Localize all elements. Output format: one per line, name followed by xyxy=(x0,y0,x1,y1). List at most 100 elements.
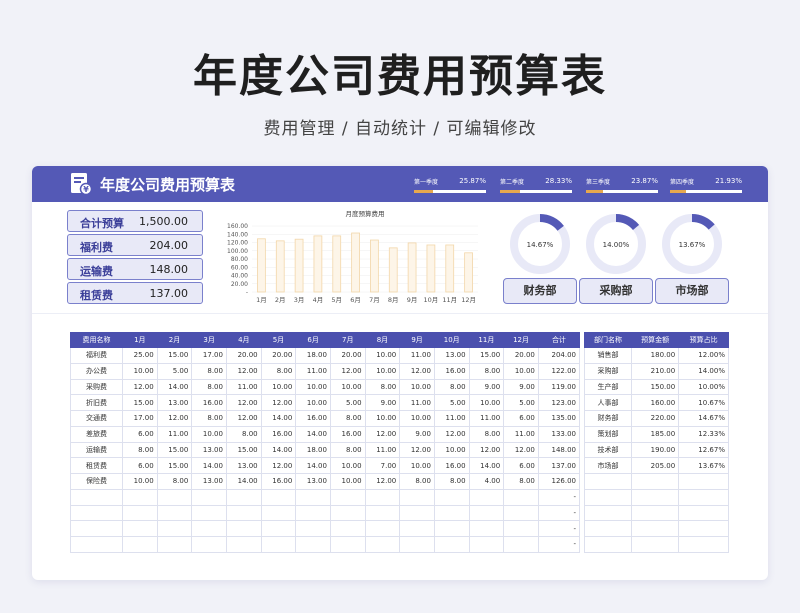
monthly-table-cell[interactable]: 5.00 xyxy=(503,394,539,411)
dept-table-cell[interactable]: 160.00 xyxy=(631,394,680,411)
monthly-table-cell[interactable]: 11.00 xyxy=(225,378,262,396)
monthly-table-cell[interactable] xyxy=(156,536,193,553)
monthly-table-cell[interactable]: 差旅费 xyxy=(70,425,123,443)
monthly-table-cell[interactable] xyxy=(295,488,331,506)
monthly-table-cell[interactable]: 12.00 xyxy=(329,362,366,380)
monthly-table-cell[interactable] xyxy=(225,488,262,506)
monthly-table-cell[interactable]: - xyxy=(537,536,581,553)
monthly-table-cell[interactable]: 17.00 xyxy=(122,410,158,427)
monthly-table-cell[interactable]: 租赁费 xyxy=(70,457,123,474)
monthly-table-cell[interactable]: 12.00 xyxy=(468,441,505,459)
monthly-table-cell[interactable]: 12.00 xyxy=(433,425,470,443)
monthly-table-cell[interactable]: 20.00 xyxy=(503,347,539,364)
monthly-table-cell[interactable] xyxy=(468,520,505,537)
monthly-table-cell[interactable] xyxy=(191,504,227,522)
monthly-table-cell[interactable]: - xyxy=(537,504,581,522)
monthly-table-cell[interactable] xyxy=(260,488,297,506)
dept-table-cell[interactable]: 185.00 xyxy=(631,425,680,443)
monthly-table-cell[interactable]: 8.00 xyxy=(156,473,193,490)
monthly-table-cell[interactable] xyxy=(122,488,158,506)
monthly-table-cell[interactable] xyxy=(156,504,193,522)
dept-table-cell[interactable]: 12.67% xyxy=(678,441,729,459)
monthly-table-cell[interactable]: 8.00 xyxy=(329,441,366,459)
monthly-table-cell[interactable] xyxy=(364,536,401,553)
dept-table-cell[interactable] xyxy=(631,473,680,490)
dept-table-cell[interactable] xyxy=(583,536,633,553)
monthly-table-cell[interactable]: 8.00 xyxy=(468,362,505,380)
monthly-table-cell[interactable]: 12.00 xyxy=(260,457,297,474)
dept-table-cell[interactable]: 生产部 xyxy=(583,378,633,396)
monthly-table-cell[interactable] xyxy=(329,488,366,506)
monthly-table-cell[interactable]: 8.00 xyxy=(329,410,366,427)
monthly-table-cell[interactable]: - xyxy=(537,488,581,506)
monthly-table-cell[interactable] xyxy=(191,536,227,553)
monthly-table-cell[interactable]: 12.00 xyxy=(225,410,262,427)
monthly-table-cell[interactable] xyxy=(191,520,227,537)
monthly-table-cell[interactable]: 5.00 xyxy=(329,394,366,411)
dept-table-cell[interactable]: 人事部 xyxy=(583,394,633,411)
monthly-table-cell[interactable]: 13.00 xyxy=(295,473,331,490)
monthly-table-cell[interactable]: 福利费 xyxy=(70,347,123,364)
monthly-table-cell[interactable]: 17.00 xyxy=(191,347,227,364)
monthly-table-cell[interactable]: 14.00 xyxy=(468,457,505,474)
monthly-table-cell[interactable]: 6.00 xyxy=(503,410,539,427)
monthly-table-cell[interactable] xyxy=(468,488,505,506)
dept-table-cell[interactable]: 技术部 xyxy=(583,441,633,459)
dept-table-cell[interactable]: 12.00% xyxy=(678,347,729,364)
monthly-table-cell[interactable]: 12.00 xyxy=(225,394,262,411)
monthly-table-cell[interactable]: 4.00 xyxy=(468,473,505,490)
monthly-table-cell[interactable]: 16.00 xyxy=(433,457,470,474)
monthly-table-cell[interactable]: 9.00 xyxy=(364,394,401,411)
monthly-table-cell[interactable]: 10.00 xyxy=(399,410,435,427)
monthly-table-cell[interactable]: 148.00 xyxy=(537,441,581,459)
monthly-table-cell[interactable] xyxy=(122,520,158,537)
monthly-table-cell[interactable]: 13.00 xyxy=(191,473,227,490)
monthly-table-cell[interactable]: 126.00 xyxy=(537,473,581,490)
monthly-table-cell[interactable] xyxy=(503,504,539,522)
monthly-table-cell[interactable] xyxy=(433,520,470,537)
monthly-table-cell[interactable]: 11.00 xyxy=(433,410,470,427)
monthly-table-cell[interactable]: 11.00 xyxy=(399,347,435,364)
monthly-table-cell[interactable]: 15.00 xyxy=(156,441,193,459)
monthly-table-cell[interactable]: 133.00 xyxy=(537,425,581,443)
monthly-table-cell[interactable]: 16.00 xyxy=(329,425,366,443)
monthly-table-cell[interactable]: 采购费 xyxy=(70,378,123,396)
monthly-table-cell[interactable]: 12.00 xyxy=(503,441,539,459)
monthly-table-cell[interactable] xyxy=(122,536,158,553)
monthly-table-cell[interactable]: 12.00 xyxy=(156,410,193,427)
monthly-table-cell[interactable] xyxy=(433,536,470,553)
monthly-table-cell[interactable] xyxy=(364,504,401,522)
monthly-table-cell[interactable]: 10.00 xyxy=(329,457,366,474)
monthly-table-cell[interactable] xyxy=(295,536,331,553)
monthly-table-cell[interactable] xyxy=(468,504,505,522)
monthly-table-cell[interactable] xyxy=(260,504,297,522)
dept-button-purchasing[interactable]: 采购部 xyxy=(579,278,653,304)
monthly-table-cell[interactable]: 135.00 xyxy=(537,410,581,427)
dept-table-cell[interactable]: 180.00 xyxy=(631,347,680,364)
dept-table-cell[interactable]: 14.67% xyxy=(678,410,729,427)
dept-table-cell[interactable] xyxy=(583,473,633,490)
monthly-table-cell[interactable]: 12.00 xyxy=(399,441,435,459)
monthly-table-cell[interactable]: 8.00 xyxy=(433,473,470,490)
monthly-table-cell[interactable]: 8.00 xyxy=(260,362,297,380)
monthly-table-cell[interactable]: 5.00 xyxy=(433,394,470,411)
monthly-table-cell[interactable]: 15.00 xyxy=(468,347,505,364)
monthly-table-cell[interactable] xyxy=(503,520,539,537)
monthly-table-cell[interactable] xyxy=(399,488,435,506)
monthly-table-cell[interactable]: 10.00 xyxy=(295,378,331,396)
dept-table-cell[interactable]: 10.00% xyxy=(678,378,729,396)
monthly-table-cell[interactable] xyxy=(225,536,262,553)
monthly-table-cell[interactable] xyxy=(433,504,470,522)
monthly-table-cell[interactable]: 7.00 xyxy=(364,457,401,474)
monthly-table-cell[interactable]: 保险费 xyxy=(70,473,123,490)
monthly-table-cell[interactable] xyxy=(364,520,401,537)
dept-table-cell[interactable]: 12.33% xyxy=(678,425,729,443)
monthly-table-cell[interactable]: 14.00 xyxy=(225,473,262,490)
monthly-table-cell[interactable]: 15.00 xyxy=(225,441,262,459)
monthly-table-cell[interactable] xyxy=(399,520,435,537)
monthly-table-cell[interactable]: 交通费 xyxy=(70,410,123,427)
dept-table-cell[interactable]: 14.00% xyxy=(678,362,729,380)
monthly-table-cell[interactable]: - xyxy=(537,520,581,537)
monthly-table-cell[interactable] xyxy=(70,536,123,553)
monthly-table-cell[interactable]: 10.00 xyxy=(260,378,297,396)
